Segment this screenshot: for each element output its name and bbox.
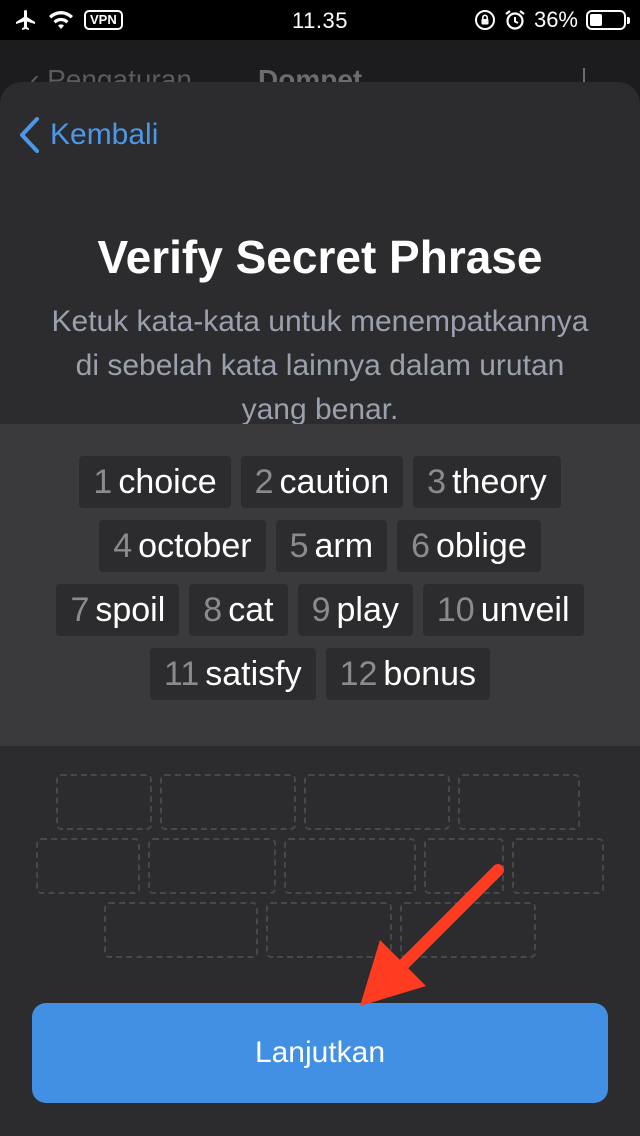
annotation-arrow-icon [360, 864, 504, 1006]
